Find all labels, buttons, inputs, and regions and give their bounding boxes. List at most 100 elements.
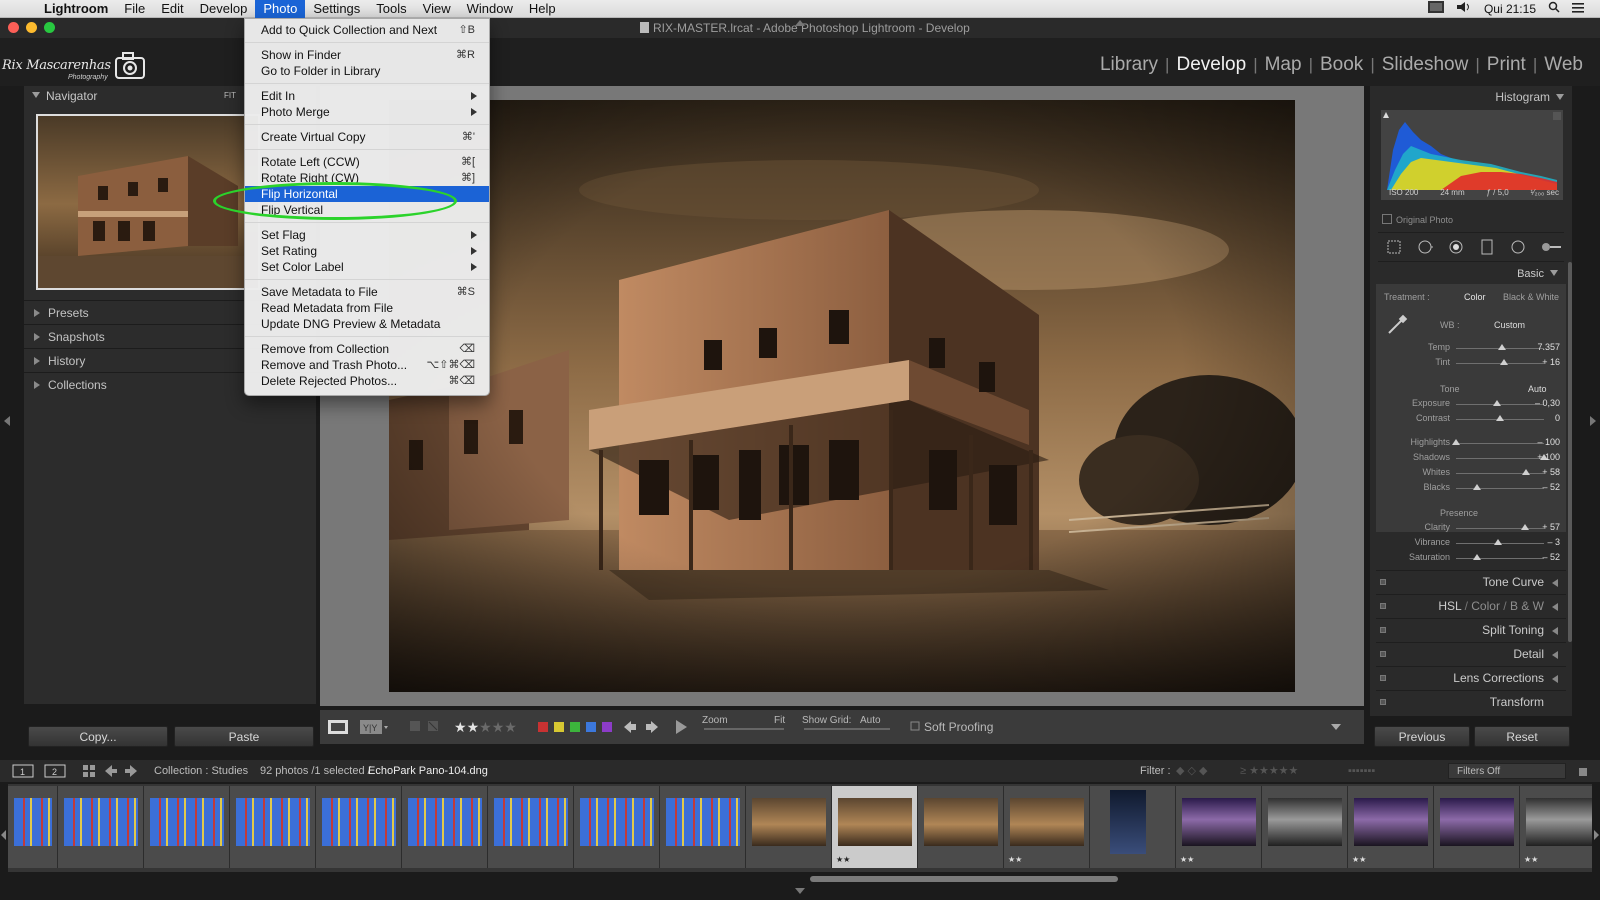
filmstrip-scrollbar[interactable] [810, 876, 1118, 882]
menu-view[interactable]: View [415, 0, 459, 18]
filmstrip-right-arrow-icon[interactable] [1594, 830, 1599, 840]
color-label-swatch[interactable] [586, 722, 596, 733]
panel-switch-icon[interactable] [1380, 579, 1386, 585]
panel-switch-icon[interactable] [1380, 675, 1386, 681]
filmstrip-thumbnail[interactable] [230, 786, 316, 868]
color-labels[interactable] [538, 710, 618, 744]
slider-knob[interactable] [1493, 400, 1502, 406]
menu-item-update-dng-preview-metadata[interactable]: Update DNG Preview & Metadata [245, 316, 489, 332]
slider-knob[interactable] [1452, 439, 1460, 445]
module-web[interactable]: Web [1537, 54, 1590, 76]
slider-knob[interactable] [1494, 539, 1503, 545]
menu-photo[interactable]: Photo [255, 0, 306, 18]
filmstrip-thumbnail[interactable] [8, 786, 58, 868]
previous-photo-icon[interactable] [622, 710, 638, 744]
slideshow-play-icon[interactable] [674, 710, 688, 744]
minimize-button[interactable] [26, 22, 37, 33]
filmstrip-thumbnail[interactable] [1434, 786, 1520, 868]
color-label-swatch[interactable] [554, 722, 564, 733]
star-icon[interactable]: ★ [454, 719, 467, 735]
star-icon[interactable]: ★ [467, 719, 480, 735]
filmstrip-thumbnail[interactable] [58, 786, 144, 868]
menu-item-go-to-folder-in-library[interactable]: Go to Folder in Library [245, 63, 489, 79]
next-photo-icon[interactable] [644, 710, 660, 744]
filmstrip-thumbnail[interactable] [316, 786, 402, 868]
flag-reject-icon[interactable] [426, 710, 440, 744]
highlights-value[interactable]: – 100 [1520, 437, 1560, 447]
module-slideshow[interactable]: Slideshow [1375, 54, 1476, 76]
color-label-swatch[interactable] [602, 722, 612, 733]
tint-value[interactable]: + 16 [1520, 357, 1560, 367]
vibrance-value[interactable]: – 3 [1520, 537, 1560, 547]
saturation-value[interactable]: – 52 [1520, 552, 1560, 562]
filmstrip-thumbnail[interactable] [402, 786, 488, 868]
bottom-panel-toggle-icon[interactable] [795, 888, 805, 894]
filmstrip-thumbnail[interactable] [918, 786, 1004, 868]
menu-item-remove-from-collection[interactable]: Remove from Collection ⌫ [245, 341, 489, 357]
menu-file[interactable]: File [116, 0, 153, 18]
menu-item-delete-rejected-photos[interactable]: Delete Rejected Photos... ⌘⌫ [245, 373, 489, 389]
filmstrip-thumbnail[interactable] [1262, 786, 1348, 868]
menu-help[interactable]: Help [521, 0, 564, 18]
language-flag-icon[interactable] [1427, 1, 1444, 16]
grid-slider[interactable] [804, 728, 890, 730]
crop-tool-icon[interactable] [1386, 239, 1402, 255]
navigator-zoom-fit[interactable]: FIT [224, 86, 236, 106]
previous-button[interactable]: Previous [1374, 726, 1470, 747]
module-book[interactable]: Book [1313, 54, 1370, 76]
bw-tab[interactable]: B & W [1510, 599, 1544, 613]
slider-knob[interactable] [1496, 415, 1504, 421]
tone-curve-panel[interactable]: Tone Curve [1376, 570, 1566, 592]
menu-settings[interactable]: Settings [305, 0, 368, 18]
module-library[interactable]: Library [1093, 54, 1165, 76]
left-panel-toggle-icon[interactable] [4, 416, 10, 426]
filmstrip-thumbnail[interactable] [144, 786, 230, 868]
wb-dropdown[interactable]: Custom [1494, 320, 1525, 330]
paste-settings-button[interactable]: Paste [174, 726, 314, 747]
zoom-slider[interactable] [704, 728, 784, 730]
filmstrip-thumbnail[interactable] [488, 786, 574, 868]
volume-icon[interactable] [1456, 1, 1472, 16]
filmstrip-thumbnail[interactable]: ★★ [1520, 786, 1592, 868]
menu-tools[interactable]: Tools [368, 0, 414, 18]
menu-develop[interactable]: Develop [192, 0, 256, 18]
toolbar-menu-icon[interactable] [1330, 710, 1342, 744]
menu-item-create-virtual-copy[interactable]: Create Virtual Copy ⌘' [245, 129, 489, 145]
menu-item-add-to-quick-collection-and-next[interactable]: Add to Quick Collection and Next ⇧B [245, 22, 489, 38]
color-label-swatch[interactable] [570, 722, 580, 733]
radial-filter-icon[interactable] [1510, 239, 1526, 255]
top-panel-toggle-icon[interactable] [795, 20, 805, 26]
wb-eyedropper-icon[interactable] [1386, 314, 1408, 338]
transform-panel[interactable]: Transform [1376, 690, 1566, 708]
panel-switch-icon[interactable] [1380, 627, 1386, 633]
slider-knob[interactable] [1497, 344, 1506, 350]
menu-item-set-rating[interactable]: Set Rating [245, 243, 489, 259]
app-menu[interactable]: Lightroom [36, 0, 116, 18]
menu-item-edit-in[interactable]: Edit In [245, 88, 489, 104]
module-develop[interactable]: Develop [1169, 54, 1253, 76]
star-icon[interactable]: ★ [504, 719, 517, 735]
filmstrip-thumbnail[interactable] [1090, 786, 1176, 868]
star-rating[interactable]: ★★★★★ [454, 710, 517, 744]
panel-switch-icon[interactable] [1380, 651, 1386, 657]
copy-settings-button[interactable]: Copy... [28, 726, 168, 747]
zoom-fit-value[interactable]: Fit [774, 704, 785, 738]
adjustment-brush-icon[interactable] [1541, 239, 1561, 255]
flag-pick-icon[interactable] [408, 710, 422, 744]
zoom-button[interactable] [44, 22, 55, 33]
filmstrip-thumbnail[interactable] [574, 786, 660, 868]
close-button[interactable] [8, 22, 19, 33]
reset-button[interactable]: Reset [1474, 726, 1570, 747]
menu-item-read-metadata-from-file[interactable]: Read Metadata from File [245, 300, 489, 316]
before-after-icon[interactable]: Y|Y [358, 710, 388, 744]
treatment-color[interactable]: Color [1464, 292, 1486, 302]
treatment-bw[interactable]: Black & White [1503, 292, 1559, 302]
filter-flags[interactable]: ◆ ◇ ◆ [1176, 760, 1208, 782]
slider-knob[interactable] [1473, 554, 1482, 560]
menu-item-show-in-finder[interactable]: Show in Finder ⌘R [245, 47, 489, 63]
star-icon[interactable]: ★ [492, 719, 505, 735]
whites-value[interactable]: + 58 [1520, 467, 1560, 477]
module-map[interactable]: Map [1258, 54, 1309, 76]
spot-removal-icon[interactable] [1417, 239, 1433, 255]
hsl-panel[interactable]: HSL / Color / B & W [1376, 594, 1566, 616]
